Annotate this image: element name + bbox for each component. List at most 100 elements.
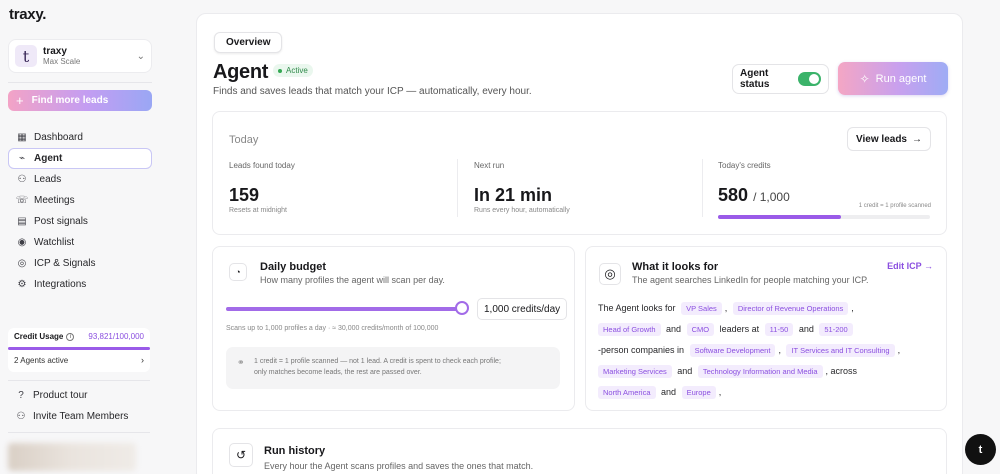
- icp-chip[interactable]: Director of Revenue Operations: [732, 302, 849, 315]
- chevron-down-icon: ⌄: [136, 50, 145, 62]
- icp-chip[interactable]: Head of Growth: [598, 323, 661, 336]
- today-heading: Today: [229, 134, 259, 146]
- sidebar-item-integrations[interactable]: ⚙ Integrations: [8, 274, 152, 295]
- sidebar-item-post-signals[interactable]: ▤ Post signals: [8, 211, 152, 232]
- agent-status-label: Agent status: [740, 68, 770, 90]
- toggle-knob: [809, 74, 819, 84]
- help-icon: ?: [18, 390, 24, 401]
- card-subtitle: Every hour the Agent scans profiles and …: [264, 461, 534, 471]
- status-badge: Active: [273, 64, 313, 77]
- agent-status-control: Agent status: [732, 64, 829, 94]
- product-tour-label: Product tour: [33, 390, 88, 401]
- target-icon: ◎: [17, 258, 27, 269]
- run-agent-button[interactable]: ✧ Run agent: [838, 62, 948, 95]
- run-history-card: ↺ Run history Every hour the Agent scans…: [212, 428, 947, 474]
- credits-total: / 1,000: [753, 190, 790, 204]
- icp-chip[interactable]: Europe: [681, 386, 716, 399]
- budget-slider-track[interactable]: [226, 307, 462, 311]
- sidebar-item-agent[interactable]: ⌁ Agent: [8, 148, 152, 169]
- sidebar-item-dashboard[interactable]: ▦ Dashboard: [8, 127, 152, 148]
- bot-icon: ⌁: [18, 153, 26, 164]
- icp-chip[interactable]: 11-50: [764, 323, 794, 336]
- calendar-icon: ▤: [17, 216, 27, 227]
- info-icon[interactable]: i: [66, 332, 75, 341]
- tab-overview[interactable]: Overview: [214, 32, 283, 53]
- invite-team-link[interactable]: ⚇ Invite Team Members: [14, 411, 129, 422]
- sentence-text: ,: [724, 303, 728, 313]
- sidebar-item-label: Meetings: [34, 195, 75, 206]
- account-name: traxy: [43, 45, 67, 57]
- icp-chip[interactable]: 51-200: [819, 323, 853, 336]
- edit-icp-label: Edit ICP: [887, 261, 922, 271]
- sentence-text: The Agent looks for: [598, 303, 676, 313]
- sparkle-icon: ✧: [859, 71, 870, 86]
- chat-icon: ☏: [15, 195, 29, 206]
- sidebar-item-label: Watchlist: [34, 237, 75, 248]
- info-line: only matches become leads, the rest are …: [254, 369, 422, 376]
- icp-chip[interactable]: CMO: [686, 323, 715, 336]
- sidebar-item-icp-signals[interactable]: ◎ ICP & Signals: [8, 253, 152, 274]
- sidebar-item-leads[interactable]: ⚇ Leads: [8, 169, 152, 190]
- leads-found-stat: Leads found today 159 Resets at midnight: [229, 161, 295, 214]
- icp-chip[interactable]: IT Services and IT Consulting: [786, 344, 895, 357]
- credit-usage-bar: [8, 347, 150, 350]
- target-icon: ◎: [599, 263, 621, 285]
- info-line: 1 credit = 1 profile scanned — not 1 lea…: [254, 358, 501, 365]
- sidebar-item-watchlist[interactable]: ◉ Watchlist: [8, 232, 152, 253]
- view-leads-button[interactable]: View leads →: [847, 127, 931, 151]
- edit-icp-link[interactable]: Edit ICP →: [887, 261, 933, 271]
- find-more-leads-label: Find more leads: [31, 95, 109, 106]
- credits-per-day-value[interactable]: 1,000 credits/day: [477, 298, 568, 320]
- credit-usage-card[interactable]: Credit Usage i 93,821/100,000 2 Agents a…: [8, 328, 150, 372]
- stat-label: Today's credits: [718, 161, 771, 170]
- sidebar-item-label: Dashboard: [34, 132, 83, 143]
- credit-usage-value: 93,821/100,000: [88, 332, 144, 341]
- app-logo[interactable]: traxy.: [9, 6, 152, 23]
- card-title: Run history: [264, 445, 326, 457]
- sidebar-item-label: Integrations: [34, 279, 87, 290]
- card-title: Daily budget: [260, 261, 327, 273]
- status-badge-label: Active: [286, 66, 308, 75]
- budget-slider-handle[interactable]: [455, 301, 469, 315]
- stat-value: In 21 min: [474, 185, 553, 205]
- card-subtitle: The agent searches LinkedIn for people m…: [632, 275, 869, 285]
- stat-value: 580 / 1,000: [718, 185, 790, 206]
- sentence-text: , across: [825, 366, 858, 376]
- icp-chip[interactable]: Software Development: [689, 344, 776, 357]
- icp-chip[interactable]: Marketing Services: [598, 365, 672, 378]
- invite-team-label: Invite Team Members: [33, 411, 129, 422]
- find-more-leads-button[interactable]: + Find more leads: [8, 90, 152, 111]
- user-profile-blurred[interactable]: [8, 443, 136, 471]
- stat-label: Next run: [474, 161, 505, 170]
- card-title: What it looks for: [632, 261, 719, 273]
- credit-usage-label: Credit Usage: [14, 332, 64, 341]
- sentence-text: and: [666, 324, 682, 334]
- plug-icon: ⚙: [17, 279, 27, 290]
- sentence-text: and: [798, 324, 814, 334]
- sidebar: traxy. t traxy Max Scale ⌄ + Find more l…: [0, 0, 160, 474]
- agent-status-toggle[interactable]: [798, 72, 821, 86]
- plus-icon: +: [16, 93, 24, 108]
- card-subtitle: How many profiles the agent will scan pe…: [260, 275, 445, 285]
- budget-note: Scans up to 1,000 profiles a day · ≈ 30,…: [226, 325, 439, 332]
- page-title: Agent: [213, 61, 269, 83]
- stat-value: 159: [229, 185, 260, 205]
- user-plus-icon: ⚇: [16, 411, 26, 422]
- chat-launcher-button[interactable]: t: [965, 434, 996, 465]
- sentence-text: -person companies in: [598, 345, 685, 355]
- icp-chip[interactable]: VP Sales: [681, 302, 722, 315]
- sentence-text: ,: [718, 387, 722, 397]
- gauge-icon: ◔: [229, 263, 247, 281]
- sidebar-item-meetings[interactable]: ☏ Meetings: [8, 190, 152, 211]
- agents-active-label: 2 Agents active: [14, 355, 69, 365]
- main-panel: Overview Agent Active Finds and saves le…: [196, 13, 963, 474]
- what-it-looks-for-card: ◎ What it looks for The agent searches L…: [585, 246, 947, 411]
- icp-chip[interactable]: North America: [598, 386, 656, 399]
- arrow-right-icon: →: [912, 133, 922, 145]
- icp-chip[interactable]: Technology Information and Media: [697, 365, 823, 378]
- stat-note: Runs every hour, automatically: [474, 207, 570, 214]
- eye-icon: ◉: [17, 237, 27, 248]
- credits-progress-bar: [718, 215, 930, 219]
- product-tour-link[interactable]: ? Product tour: [14, 390, 87, 401]
- account-switcher[interactable]: t traxy Max Scale ⌄: [8, 39, 152, 73]
